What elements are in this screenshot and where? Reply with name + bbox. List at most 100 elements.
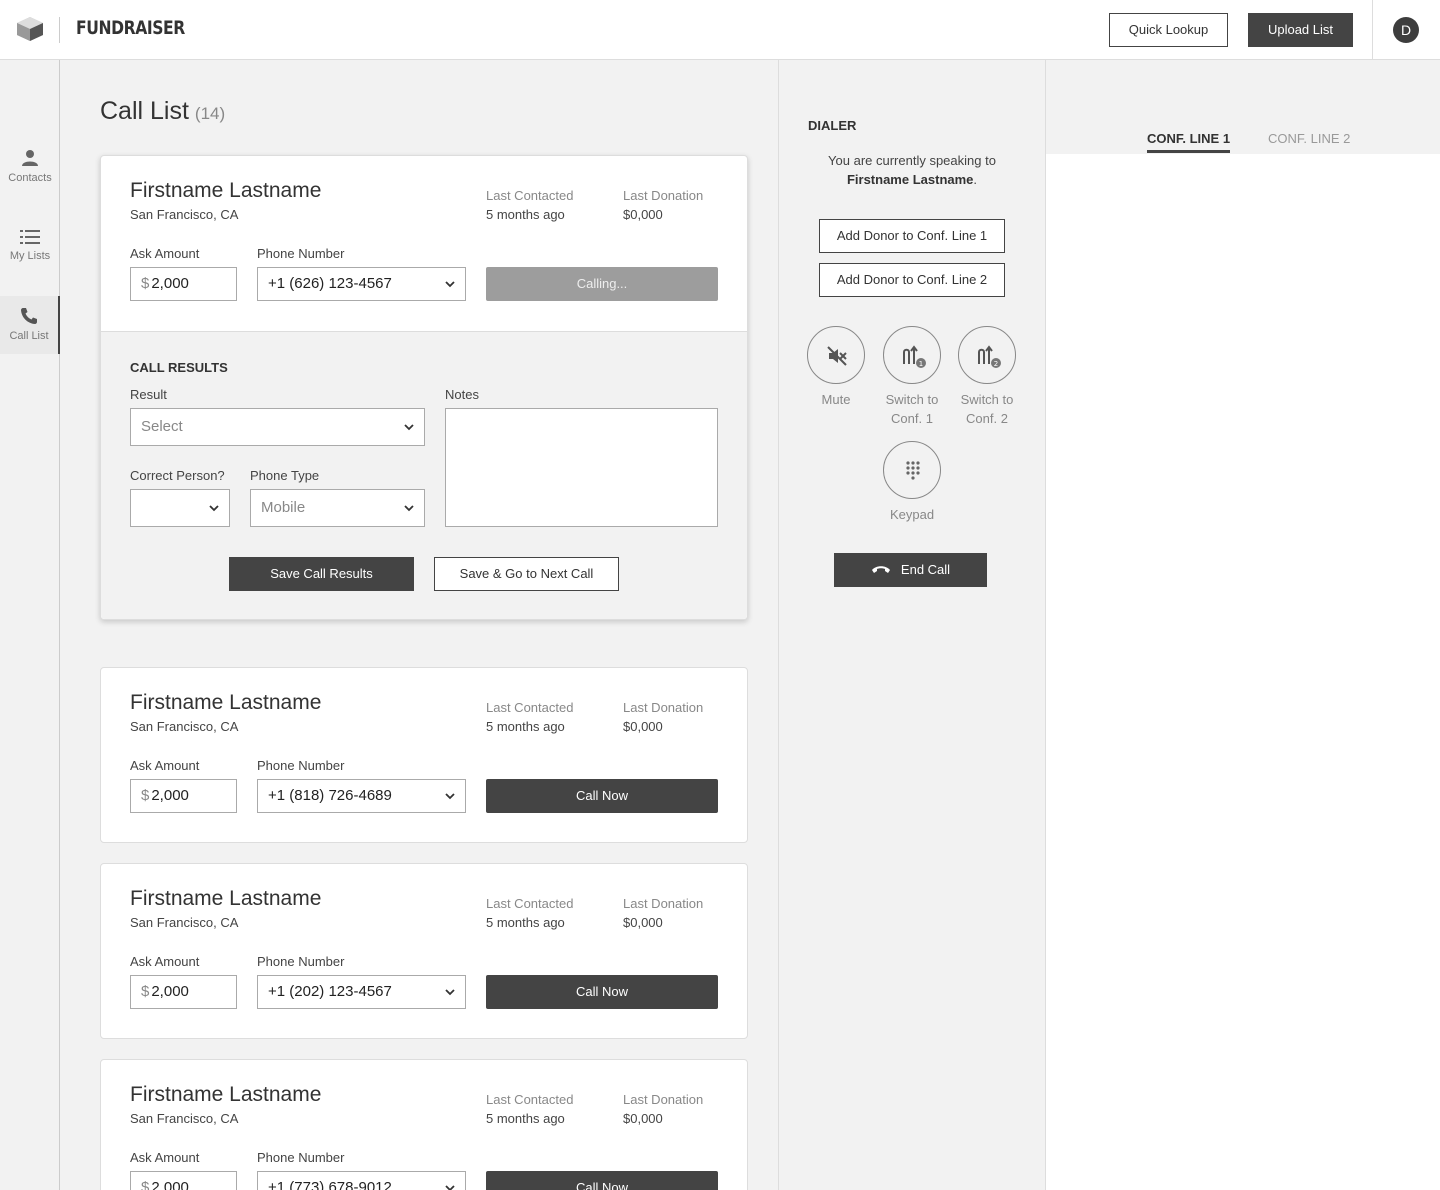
page-title: Call List (14) [100, 97, 225, 126]
correct-person-select[interactable] [130, 489, 230, 527]
keypad-label: Keypad [889, 507, 935, 522]
ask-amount-label: Ask Amount [130, 758, 200, 773]
phone-number-value: +1 (773) 678-9012 [268, 1179, 392, 1190]
chevron-down-icon [445, 281, 455, 288]
call-results-title: CALL RESULTS [130, 360, 228, 375]
result-select[interactable]: Select [130, 408, 425, 446]
end-call-button[interactable]: End Call [834, 553, 987, 587]
svg-text:1: 1 [919, 360, 923, 368]
switch-call-icon: 2 [978, 345, 1001, 368]
last-donation-label: Last Donation [623, 1092, 704, 1107]
end-call-label: End Call [900, 562, 951, 577]
avatar-divider [1372, 0, 1373, 60]
phone-number-select[interactable]: +1 (202) 123-4567 [257, 975, 466, 1009]
last-contacted-label: Last Contacted [486, 896, 574, 911]
add-conf-line-1-button[interactable]: Add Donor to Conf. Line 1 [819, 219, 1005, 253]
currency-symbol: $ [141, 275, 150, 292]
chevron-down-icon [209, 505, 219, 512]
tab-conf-line-1[interactable]: CONF. LINE 1 [1147, 131, 1231, 153]
ask-amount-input[interactable]: $2,000 [130, 267, 237, 301]
contact-location: San Francisco, CA [130, 719, 239, 734]
phone-number-label: Phone Number [257, 758, 345, 773]
ask-amount-value: 2,000 [151, 1179, 189, 1190]
tab-conf-line-2[interactable]: CONF. LINE 2 [1268, 131, 1350, 150]
last-contacted-value: 5 months ago [486, 719, 565, 734]
ask-amount-input[interactable]: $2,000 [130, 1171, 237, 1190]
last-contacted-label: Last Contacted [486, 700, 574, 715]
sidebar: Contacts My Lists Call List [0, 60, 60, 1190]
phone-type-select[interactable]: Mobile [250, 489, 425, 527]
phone-number-select[interactable]: +1 (818) 726-4689 [257, 779, 466, 813]
switch-conf-2-control[interactable]: 2 Switch to Conf. 2 [947, 326, 1027, 428]
calling-button[interactable]: Calling... [486, 267, 718, 301]
call-results-section: CALL RESULTS Result Select Notes Correct… [101, 331, 747, 619]
last-contacted-value: 5 months ago [486, 915, 565, 930]
sidebar-item-label: Contacts [8, 172, 52, 184]
call-now-button[interactable]: Call Now [486, 975, 718, 1009]
dialer-title: DIALER [808, 118, 857, 133]
result-select-value: Select [141, 418, 183, 435]
save-call-results-button[interactable]: Save Call Results [229, 557, 414, 591]
quick-lookup-button[interactable]: Quick Lookup [1109, 13, 1228, 47]
contact-card: Firstname Lastname San Francisco, CA Las… [100, 667, 748, 843]
contact-location: San Francisco, CA [130, 1111, 239, 1126]
notes-textarea[interactable] [445, 408, 718, 527]
ask-amount-label: Ask Amount [130, 1150, 200, 1165]
phone-type-label: Phone Type [250, 468, 320, 483]
add-conf-line-2-button[interactable]: Add Donor to Conf. Line 2 [819, 263, 1005, 297]
avatar[interactable]: D [1393, 17, 1419, 43]
contact-card: Firstname Lastname San Francisco, CA Las… [100, 863, 748, 1039]
save-next-call-button[interactable]: Save & Go to Next Call [434, 557, 619, 591]
last-donation-value: $0,000 [623, 207, 663, 222]
ask-amount-input[interactable]: $2,000 [130, 779, 237, 813]
switch-conf-2-label-a: Switch to [960, 392, 1014, 407]
mute-label: Mute [821, 392, 851, 407]
correct-person-label: Correct Person? [130, 468, 225, 483]
switch-call-icon: 1 [903, 345, 926, 368]
last-contacted-value: 5 months ago [486, 1111, 565, 1126]
ask-amount-value: 2,000 [151, 983, 189, 1000]
currency-symbol: $ [141, 1179, 150, 1190]
contact-name: Firstname Lastname [130, 887, 322, 910]
sidebar-item-call-list[interactable]: Call List [0, 296, 60, 354]
mute-button[interactable] [807, 326, 865, 384]
logo-icon[interactable] [16, 16, 44, 42]
switch-conf-2-button[interactable]: 2 [958, 326, 1016, 384]
contact-name: Firstname Lastname [130, 179, 322, 202]
call-now-button[interactable]: Call Now [486, 779, 718, 813]
page-title-text: Call List [100, 97, 189, 125]
conference-tabs-bar: CONF. LINE 1 CONF. LINE 2 [1046, 60, 1440, 154]
sidebar-item-label: Call List [9, 330, 49, 342]
phone-number-select[interactable]: +1 (773) 678-9012 [257, 1171, 466, 1190]
contact-name: Firstname Lastname [130, 691, 322, 714]
notes-label: Notes [445, 387, 479, 402]
keypad-icon [906, 461, 920, 480]
phone-icon [21, 308, 37, 324]
keypad-button[interactable] [883, 441, 941, 499]
phone-number-select[interactable]: +1 (626) 123-4567 [257, 267, 466, 301]
phone-number-label: Phone Number [257, 1150, 345, 1165]
sidebar-item-my-lists[interactable]: My Lists [0, 228, 60, 288]
chevron-down-icon [404, 505, 414, 512]
switch-conf-1-button[interactable]: 1 [883, 326, 941, 384]
upload-list-button[interactable]: Upload List [1248, 13, 1353, 47]
contact-card-active: Firstname Lastname San Francisco, CA Las… [100, 155, 748, 620]
contact-card: Firstname Lastname San Francisco, CA Las… [100, 1059, 748, 1190]
svg-text:2: 2 [994, 360, 998, 368]
switch-conf-1-control[interactable]: 1 Switch to Conf. 1 [872, 326, 952, 428]
keypad-control[interactable]: Keypad [872, 441, 952, 524]
switch-conf-1-label-b: Conf. 1 [891, 411, 933, 426]
brand-name[interactable]: FUNDRAISER [76, 17, 185, 39]
chevron-down-icon [445, 1185, 455, 1190]
dialer-status-prefix: You are currently speaking to [828, 153, 996, 168]
sidebar-item-contacts[interactable]: Contacts [0, 148, 60, 208]
ask-amount-label: Ask Amount [130, 954, 200, 969]
list-count: (14) [194, 104, 226, 123]
currency-symbol: $ [141, 787, 150, 804]
call-now-button[interactable]: Call Now [486, 1171, 718, 1190]
switch-conf-2-label-b: Conf. 2 [966, 411, 1008, 426]
mute-control[interactable]: Mute [796, 326, 876, 409]
call-list-panel: Call List (14) Firstname Lastname San Fra… [60, 60, 778, 1190]
brand-divider [59, 17, 60, 43]
ask-amount-input[interactable]: $2,000 [130, 975, 237, 1009]
